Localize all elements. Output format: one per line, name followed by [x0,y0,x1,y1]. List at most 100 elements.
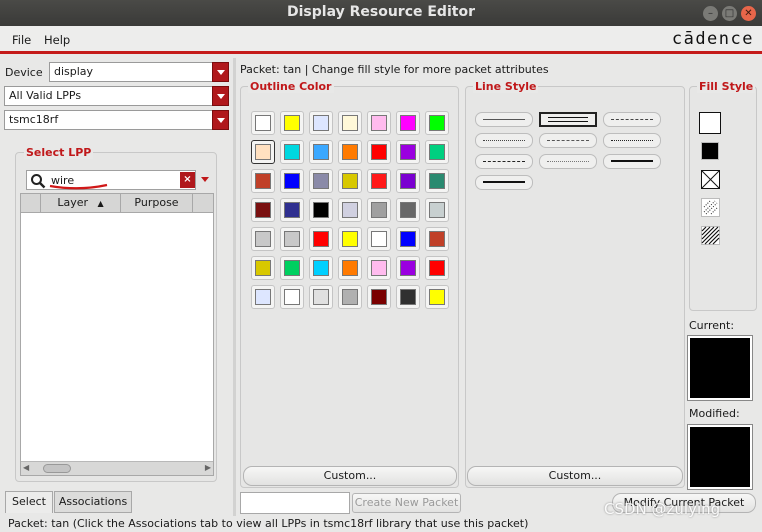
color-chip [371,115,387,131]
color-swatch[interactable] [396,285,420,309]
chevron-down-icon[interactable] [212,86,229,106]
fill-hatch-sparse-icon[interactable] [701,198,720,217]
menu-file[interactable]: File [12,33,31,47]
color-swatch[interactable] [425,169,449,193]
fill-solid-icon[interactable] [701,142,719,160]
color-swatch[interactable] [338,140,362,164]
scroll-thumb[interactable] [43,464,71,473]
minimize-button[interactable]: – [703,6,718,21]
color-swatch[interactable] [338,285,362,309]
color-swatch[interactable] [367,227,391,251]
line-style-dense-dots[interactable] [603,133,661,148]
color-swatch[interactable] [309,227,333,251]
line-style-sparse-dots[interactable] [539,154,597,169]
clear-search-icon[interactable]: × [180,172,195,188]
color-swatch[interactable] [280,111,304,135]
maximize-button[interactable]: □ [722,6,737,21]
fill-x-icon[interactable] [701,170,720,189]
line-custom-button[interactable]: Custom... [467,466,683,486]
color-swatch[interactable] [425,111,449,135]
color-swatch[interactable] [338,198,362,222]
color-swatch[interactable] [251,169,275,193]
color-swatch[interactable] [251,285,275,309]
color-swatch[interactable] [251,111,275,135]
color-swatch[interactable] [309,140,333,164]
chevron-down-icon[interactable] [212,62,229,82]
color-swatch[interactable] [425,198,449,222]
color-chip [400,289,416,305]
color-swatch[interactable] [251,227,275,251]
device-select[interactable]: display [49,62,229,82]
menu-help[interactable]: Help [44,33,70,47]
tab-associations[interactable]: Associations [54,491,132,513]
close-button[interactable]: ✕ [741,6,756,21]
horizontal-scrollbar[interactable]: ◀ ▶ [21,461,213,475]
outline-custom-button[interactable]: Custom... [243,466,457,486]
line-style-dash-dot[interactable] [539,133,597,148]
lpp-filter-select[interactable]: All Valid LPPs [4,86,229,106]
chevron-down-icon[interactable] [212,110,229,130]
line-style-thick[interactable] [603,154,661,169]
color-swatch[interactable] [338,111,362,135]
color-chip [400,260,416,276]
splitter[interactable] [233,58,236,518]
line-style-double-selected[interactable] [539,112,597,127]
packet-name-input[interactable] [240,492,350,514]
color-swatch[interactable] [280,169,304,193]
color-swatch[interactable] [396,256,420,280]
color-swatch[interactable] [251,198,275,222]
color-swatch[interactable] [367,198,391,222]
modified-label: Modified: [689,407,740,420]
packet-info: Packet: tan | Change fill style for more… [240,63,549,76]
color-swatch[interactable] [251,256,275,280]
color-swatch[interactable] [309,256,333,280]
header-purpose[interactable]: Purpose [121,194,193,213]
color-swatch[interactable] [280,198,304,222]
scroll-left-icon[interactable]: ◀ [23,463,29,472]
color-swatch[interactable] [280,227,304,251]
color-swatch[interactable] [425,256,449,280]
color-swatch[interactable] [396,111,420,135]
line-style-long-dash-dot[interactable] [475,154,533,169]
color-swatch[interactable] [338,169,362,193]
color-swatch[interactable] [425,227,449,251]
color-swatch[interactable] [309,111,333,135]
color-swatch[interactable] [367,169,391,193]
color-swatch[interactable] [338,256,362,280]
fill-style-title: Fill Style [697,80,756,93]
color-swatch[interactable] [280,140,304,164]
line-style-dotted-fine[interactable] [475,133,533,148]
color-chip [284,202,300,218]
library-select[interactable]: tsmc18rf [4,110,229,130]
search-field[interactable]: wire × [26,170,196,190]
tab-select[interactable]: Select [5,491,53,513]
color-swatch[interactable] [425,285,449,309]
search-options-icon[interactable] [200,176,210,184]
header-layer[interactable]: Layer ▲ [41,194,121,213]
color-swatch[interactable] [338,227,362,251]
color-swatch[interactable] [309,285,333,309]
color-swatch[interactable] [367,111,391,135]
line-style-dashed[interactable] [603,112,661,127]
color-swatch[interactable] [367,140,391,164]
lpp-table: Layer ▲ Purpose ◀ ▶ [20,193,214,476]
color-swatch[interactable] [396,198,420,222]
color-swatch[interactable] [367,285,391,309]
color-swatch[interactable] [280,285,304,309]
color-swatch[interactable] [309,198,333,222]
scroll-right-icon[interactable]: ▶ [205,463,211,472]
line-style-solid-thin[interactable] [475,112,533,127]
create-packet-button[interactable]: Create New Packet [352,493,461,513]
color-swatch[interactable] [280,256,304,280]
color-swatch[interactable] [396,227,420,251]
fill-hatch-dense-icon[interactable] [701,226,720,245]
color-swatch[interactable] [425,140,449,164]
color-swatch[interactable] [309,169,333,193]
fill-none-icon[interactable] [699,112,721,134]
sort-asc-icon: ▲ [97,199,104,208]
color-swatch[interactable] [396,140,420,164]
color-swatch[interactable] [367,256,391,280]
color-swatch[interactable] [396,169,420,193]
color-swatch[interactable] [251,140,275,164]
line-style-extra-thick[interactable] [475,175,533,190]
